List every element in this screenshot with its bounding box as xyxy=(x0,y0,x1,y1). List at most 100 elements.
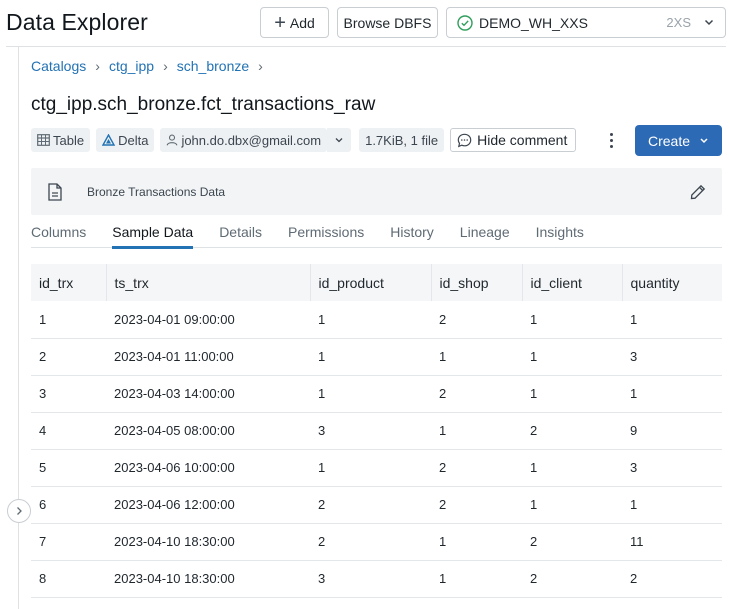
table-row: 6 2023-04-06 12:00:00 2 2 1 1 xyxy=(31,486,722,523)
table-meta-row: Table Delta john.do.dbx@gmail.com 1.7KiB… xyxy=(31,128,577,152)
table-cell: 8 xyxy=(39,571,47,586)
owner-label: john.do.dbx@gmail.com xyxy=(181,132,322,148)
warehouse-select[interactable]: DEMO_WH_XXS 2XS xyxy=(446,7,726,38)
table-cell: 1 xyxy=(630,311,638,327)
table-comment: Bronze Transactions Data xyxy=(31,168,722,215)
table-cell: 1 xyxy=(439,534,447,549)
breadcrumb-separator: › xyxy=(258,58,263,74)
breadcrumb-catalog[interactable]: ctg_ipp xyxy=(109,58,154,74)
table-type-tag: Table xyxy=(31,128,91,152)
column-header[interactable]: id_client xyxy=(522,264,623,301)
table-row: 5 2023-04-06 10:00:00 1 2 1 3 xyxy=(31,449,722,486)
table-cell: 1 xyxy=(39,311,47,327)
table-cell: 9 xyxy=(630,423,638,438)
tab-permissions[interactable]: Permissions xyxy=(288,222,364,248)
table-cell: 6 xyxy=(39,497,47,512)
breadcrumb-schema[interactable]: sch_bronze xyxy=(177,58,249,74)
table-cell: 3 xyxy=(630,460,638,475)
table-cell: 2023-04-10 18:30:00 xyxy=(114,534,235,549)
pencil-icon[interactable] xyxy=(690,184,706,200)
table-cell: 2 xyxy=(39,349,47,364)
breadcrumb-separator: › xyxy=(95,58,100,74)
column-header[interactable]: id_trx xyxy=(31,264,107,301)
warehouse-name: DEMO_WH_XXS xyxy=(479,14,588,31)
table-size-label: 1.7KiB, 1 file xyxy=(365,132,439,148)
chevron-down-icon xyxy=(704,19,714,26)
table-cell: 2 xyxy=(318,497,326,512)
table-cell: 1 xyxy=(318,460,326,475)
page-title: Data Explorer xyxy=(6,9,148,35)
breadcrumb-separator: › xyxy=(163,58,168,74)
plus-icon: + xyxy=(274,11,286,34)
table-cell: 2 xyxy=(439,386,447,401)
table-full-name: ctg_ipp.sch_bronze.fct_transactions_raw xyxy=(31,94,376,115)
table-row: 2 2023-04-01 11:00:00 1 1 1 3 xyxy=(31,338,722,375)
chevron-down-icon xyxy=(700,138,708,144)
table-format-tag: Delta xyxy=(96,128,155,152)
more-options-icon[interactable] xyxy=(603,130,619,150)
table-format-label: Delta xyxy=(118,132,149,148)
delta-icon xyxy=(102,134,116,146)
table-cell: 1 xyxy=(439,571,447,586)
header-divider xyxy=(6,46,726,47)
table-cell: 2 xyxy=(439,497,447,512)
table-cell: 1 xyxy=(630,497,638,512)
sidebar-edge xyxy=(18,47,19,609)
expand-sidebar-button[interactable] xyxy=(7,499,31,523)
table-cell: 2023-04-01 09:00:00 xyxy=(114,311,235,327)
table-cell: 1 xyxy=(318,311,326,327)
column-header[interactable]: quantity xyxy=(622,264,722,301)
hide-comment-button[interactable]: Hide comment xyxy=(450,128,577,152)
table-cell: 1 xyxy=(530,460,538,475)
tab-insights[interactable]: Insights xyxy=(536,222,584,248)
table-cell: 1 xyxy=(318,386,326,401)
check-circle-icon xyxy=(457,14,473,31)
table-cell: 2023-04-03 14:00:00 xyxy=(114,386,235,401)
table-cell: 1 xyxy=(439,349,447,364)
tab-sample-data[interactable]: Sample Data xyxy=(112,222,193,249)
tab-lineage[interactable]: Lineage xyxy=(460,222,510,248)
table-cell: 3 xyxy=(318,423,326,438)
user-icon xyxy=(167,134,178,146)
table-cell: 2023-04-10 18:30:00 xyxy=(114,571,235,586)
create-button-label: Create xyxy=(648,132,691,149)
owner-tag[interactable]: john.do.dbx@gmail.com xyxy=(160,128,328,152)
table-cell: 2 xyxy=(318,534,326,549)
table-type-label: Table xyxy=(53,132,85,148)
sample-data-table: id_trx ts_trx id_product id_shop id_clie… xyxy=(31,264,722,598)
add-button[interactable]: + Add xyxy=(260,7,329,38)
document-icon xyxy=(48,183,62,201)
table-cell: 5 xyxy=(39,460,47,475)
column-header[interactable]: ts_trx xyxy=(106,264,311,301)
table-cell: 7 xyxy=(39,534,47,549)
tab-history[interactable]: History xyxy=(390,222,434,248)
table-cell: 1 xyxy=(318,349,326,364)
chevron-down-icon xyxy=(335,138,343,143)
table-row: 7 2023-04-10 18:30:00 2 1 2 11 xyxy=(31,523,722,560)
table-tabs: Columns Sample Data Details Permissions … xyxy=(31,222,722,249)
browse-dbfs-button[interactable]: Browse DBFS xyxy=(337,7,438,38)
table-cell: 2 xyxy=(530,534,538,549)
tab-columns[interactable]: Columns xyxy=(31,222,86,248)
table-cell: 1 xyxy=(530,349,538,364)
table-cell: 11 xyxy=(630,534,644,549)
column-header[interactable]: id_shop xyxy=(431,264,523,301)
tab-details[interactable]: Details xyxy=(219,222,262,248)
chevron-right-icon xyxy=(17,507,22,515)
table-cell: 3 xyxy=(318,571,326,586)
column-header[interactable]: id_product xyxy=(310,264,432,301)
table-cell: 1 xyxy=(530,386,538,401)
table-cell: 2 xyxy=(530,423,538,438)
create-button[interactable]: Create xyxy=(635,125,722,156)
hide-comment-label: Hide comment xyxy=(477,132,568,148)
table-cell: 2 xyxy=(439,460,447,475)
table-cell: 1 xyxy=(530,311,538,327)
table-cell: 2023-04-06 12:00:00 xyxy=(114,497,235,512)
breadcrumb-catalogs[interactable]: Catalogs xyxy=(31,58,86,74)
warehouse-size: 2XS xyxy=(666,15,691,30)
table-cell: 1 xyxy=(630,386,638,401)
table-cell: 3 xyxy=(39,386,47,401)
table-row: 8 2023-04-10 18:30:00 3 1 2 2 xyxy=(31,560,722,597)
table-cell: 4 xyxy=(39,423,47,438)
owner-dropdown-button[interactable] xyxy=(327,128,352,152)
